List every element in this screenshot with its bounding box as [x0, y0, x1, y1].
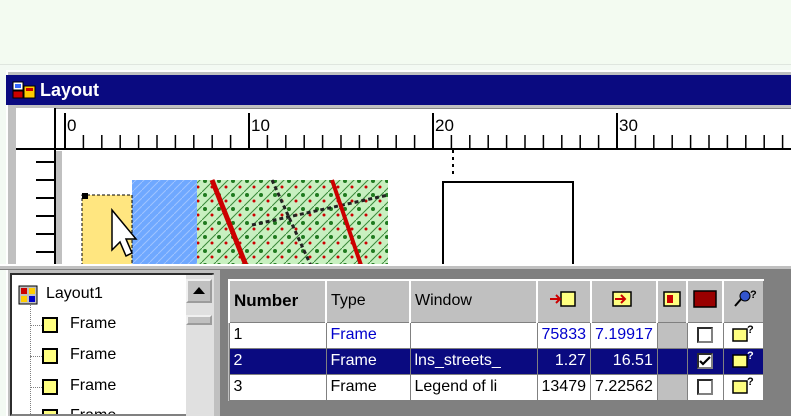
table-row[interactable]: 2 Frame lns_streets_ 1.27 16.51? — [228, 347, 764, 375]
column-header-left[interactable] — [536, 279, 591, 323]
cell-right[interactable]: 16.51 — [590, 347, 658, 375]
svg-text:?: ? — [747, 350, 754, 362]
svg-text:?: ? — [750, 289, 757, 301]
ruler-corner — [16, 108, 56, 150]
cell-border[interactable] — [656, 321, 688, 349]
cell-pin[interactable]: ? — [722, 373, 764, 401]
cell-right[interactable]: 7.19917 — [590, 321, 658, 349]
layout-window-icon — [12, 81, 36, 99]
cell-number[interactable]: 1 — [228, 321, 327, 349]
layout-canvas-content — [81, 150, 574, 269]
application-top-area — [0, 0, 791, 65]
column-header-number[interactable]: Number — [228, 279, 327, 323]
layout-title-bar[interactable]: Layout — [6, 75, 791, 105]
frame-border-icon — [663, 291, 682, 307]
fill-checkbox[interactable] — [697, 326, 714, 343]
table-header-row: Number Type Window ? — [228, 279, 764, 323]
frame-help-icon: ? — [732, 324, 754, 342]
ruler-label-10: 10 — [251, 116, 270, 135]
ruler-edge-vertical — [54, 108, 56, 268]
frame-help-icon: ? — [732, 376, 754, 394]
cell-pin[interactable]: ? — [722, 321, 764, 349]
column-header-pin[interactable]: ? — [722, 279, 764, 323]
cell-left[interactable]: 1.27 — [536, 347, 591, 375]
cell-pin[interactable]: ? — [722, 347, 764, 375]
cell-left[interactable]: 75833 — [536, 321, 591, 349]
cell-fill[interactable] — [686, 373, 724, 401]
table-row[interactable]: 3 Frame Legend of li 13479 7.22562? — [228, 373, 764, 401]
cell-fill[interactable] — [686, 321, 724, 349]
svg-text:?: ? — [747, 324, 754, 336]
column-header-type[interactable]: Type — [325, 279, 411, 323]
column-header-right[interactable] — [589, 279, 658, 323]
tree-item-label: Frame — [70, 346, 117, 363]
ruler-label-30: 30 — [619, 116, 638, 135]
horizontal-ruler: 0 10 20 30 — [56, 108, 791, 151]
tree-scrollbar[interactable] — [186, 275, 214, 416]
scroll-thumb[interactable] — [186, 315, 212, 325]
cell-window[interactable]: lns_streets_ — [409, 347, 538, 375]
frame-icon — [42, 348, 58, 364]
fill-checkbox[interactable] — [697, 378, 714, 395]
tree-item-label: Frame — [70, 377, 117, 394]
frame-icon — [42, 379, 58, 395]
cell-fill[interactable] — [686, 347, 724, 375]
layout-root-icon — [18, 285, 38, 305]
frame-properties-table: Number Type Window ? 1 Frame 75833 7.199… — [228, 279, 764, 401]
layout-canvas[interactable] — [62, 150, 791, 269]
frame-right-arrow-icon — [612, 291, 632, 307]
frame-help-icon: ? — [732, 350, 754, 368]
column-header-fill[interactable] — [686, 279, 724, 323]
layout-window-title: Layout — [40, 80, 100, 100]
svg-text:?: ? — [747, 376, 754, 388]
cell-window[interactable]: Legend of li — [409, 373, 538, 401]
cell-border[interactable] — [656, 373, 688, 401]
layout-tree: Layout1 Frame Frame Frame Frame — [10, 273, 214, 416]
cell-type[interactable]: Frame — [325, 321, 411, 349]
cell-right[interactable]: 7.22562 — [590, 373, 658, 401]
tree-item-label: Frame — [70, 315, 117, 332]
cell-left[interactable]: 13479 — [536, 373, 591, 401]
cell-number[interactable]: 2 — [228, 347, 327, 375]
cell-type[interactable]: Frame — [325, 347, 411, 375]
frame-icon — [42, 409, 58, 414]
cell-type[interactable]: Frame — [325, 373, 411, 401]
ruler-label-20: 20 — [435, 116, 454, 135]
legend-frame — [442, 181, 574, 269]
frame-icon — [42, 317, 58, 333]
column-header-border[interactable] — [656, 279, 688, 323]
fill-color-icon — [693, 290, 718, 308]
ruler-label-0: 0 — [67, 116, 76, 135]
scroll-up-arrow-icon — [193, 287, 205, 294]
frame-left-arrow-icon — [549, 291, 576, 307]
horizontal-ruler-ticks: 0 10 20 30 — [64, 113, 784, 149]
tree-root-label: Layout1 — [46, 285, 103, 302]
pin-help-icon: ? — [733, 289, 757, 307]
scroll-up-button[interactable] — [186, 279, 212, 303]
column-header-window[interactable]: Window — [409, 279, 538, 323]
fill-checkbox[interactable] — [697, 352, 714, 369]
cell-window[interactable] — [409, 321, 538, 349]
tree-item-label: Frame — [70, 407, 117, 416]
vertical-ruler — [16, 150, 56, 268]
table-row[interactable]: 1 Frame 75833 7.19917? — [228, 321, 764, 349]
cell-border[interactable] — [656, 347, 688, 375]
cell-number[interactable]: 3 — [228, 373, 327, 401]
